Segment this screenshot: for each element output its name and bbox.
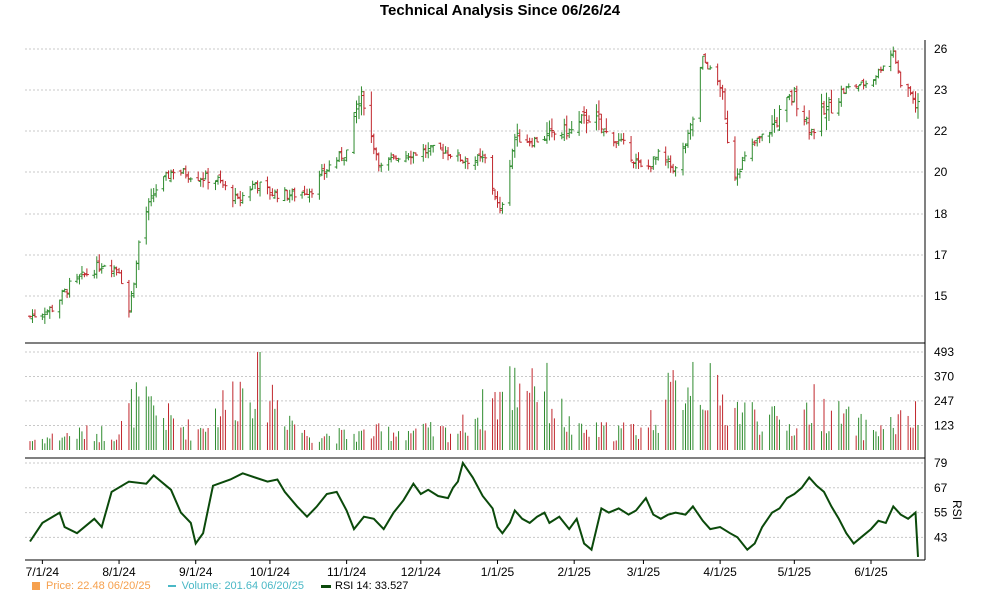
- volume-swatch: [167, 585, 176, 588]
- legend-price: Price: 22.48 06/20/25: [32, 580, 151, 592]
- x-tick-label: 9/1/24: [179, 565, 213, 579]
- rsi-axis-label: RSI: [950, 500, 964, 520]
- chart-legend: Price: 22.48 06/20/25 Volume: 201.64 06/…: [32, 580, 422, 592]
- price-swatch: [32, 582, 40, 591]
- price-tick-label: 18: [934, 207, 948, 221]
- x-tick-label: 6/1/25: [854, 565, 888, 579]
- rsi-swatch: [321, 584, 332, 588]
- legend-volume-label: Volume: 201.64 06/20/25: [181, 580, 304, 592]
- x-tick-label: 7/1/24: [26, 565, 60, 579]
- x-tick-label: 11/1/24: [327, 565, 366, 579]
- rsi-tick-label: 79: [934, 456, 948, 470]
- price-tick-label: 26: [934, 42, 948, 56]
- price-tick-label: 15: [934, 289, 948, 303]
- x-tick-label: 4/1/25: [703, 565, 737, 579]
- volume-tick-label: 123: [934, 419, 954, 433]
- x-tick-label: 10/1/24: [250, 565, 290, 579]
- price-tick-label: 17: [934, 248, 948, 262]
- x-tick-label: 2/1/25: [557, 565, 591, 579]
- x-tick-label: 8/1/24: [102, 565, 136, 579]
- volume-tick-label: 493: [934, 345, 954, 359]
- x-tick-label: 12/1/24: [401, 565, 441, 579]
- technical-analysis-chart: 15 17 18 20 22 23 26 123 247 370 493 43 55 67 79 RSI 7/1…: [25, 40, 964, 579]
- legend-rsi-label: RSI 14: 33.527: [335, 580, 409, 592]
- rsi-tick-label: 55: [934, 506, 948, 520]
- x-tick-label: 3/1/25: [627, 565, 661, 579]
- price-tick-label: 23: [934, 83, 948, 97]
- rsi-line: [29, 460, 919, 557]
- legend-volume: Volume: 201.64 06/20/25: [167, 580, 304, 592]
- x-tick-label: 5/1/25: [778, 565, 812, 579]
- rsi-tick-label: 67: [934, 481, 948, 495]
- rsi-tick-label: 43: [934, 530, 948, 544]
- legend-rsi: RSI 14: 33.527: [321, 580, 408, 592]
- price-tick-label: 20: [934, 165, 948, 179]
- legend-price-label: Price: 22.48 06/20/25: [46, 580, 151, 592]
- price-tick-label: 22: [934, 124, 948, 138]
- x-tick-label: 1/1/25: [481, 565, 515, 579]
- volume-tick-label: 247: [934, 394, 954, 408]
- volume-tick-label: 370: [934, 369, 954, 383]
